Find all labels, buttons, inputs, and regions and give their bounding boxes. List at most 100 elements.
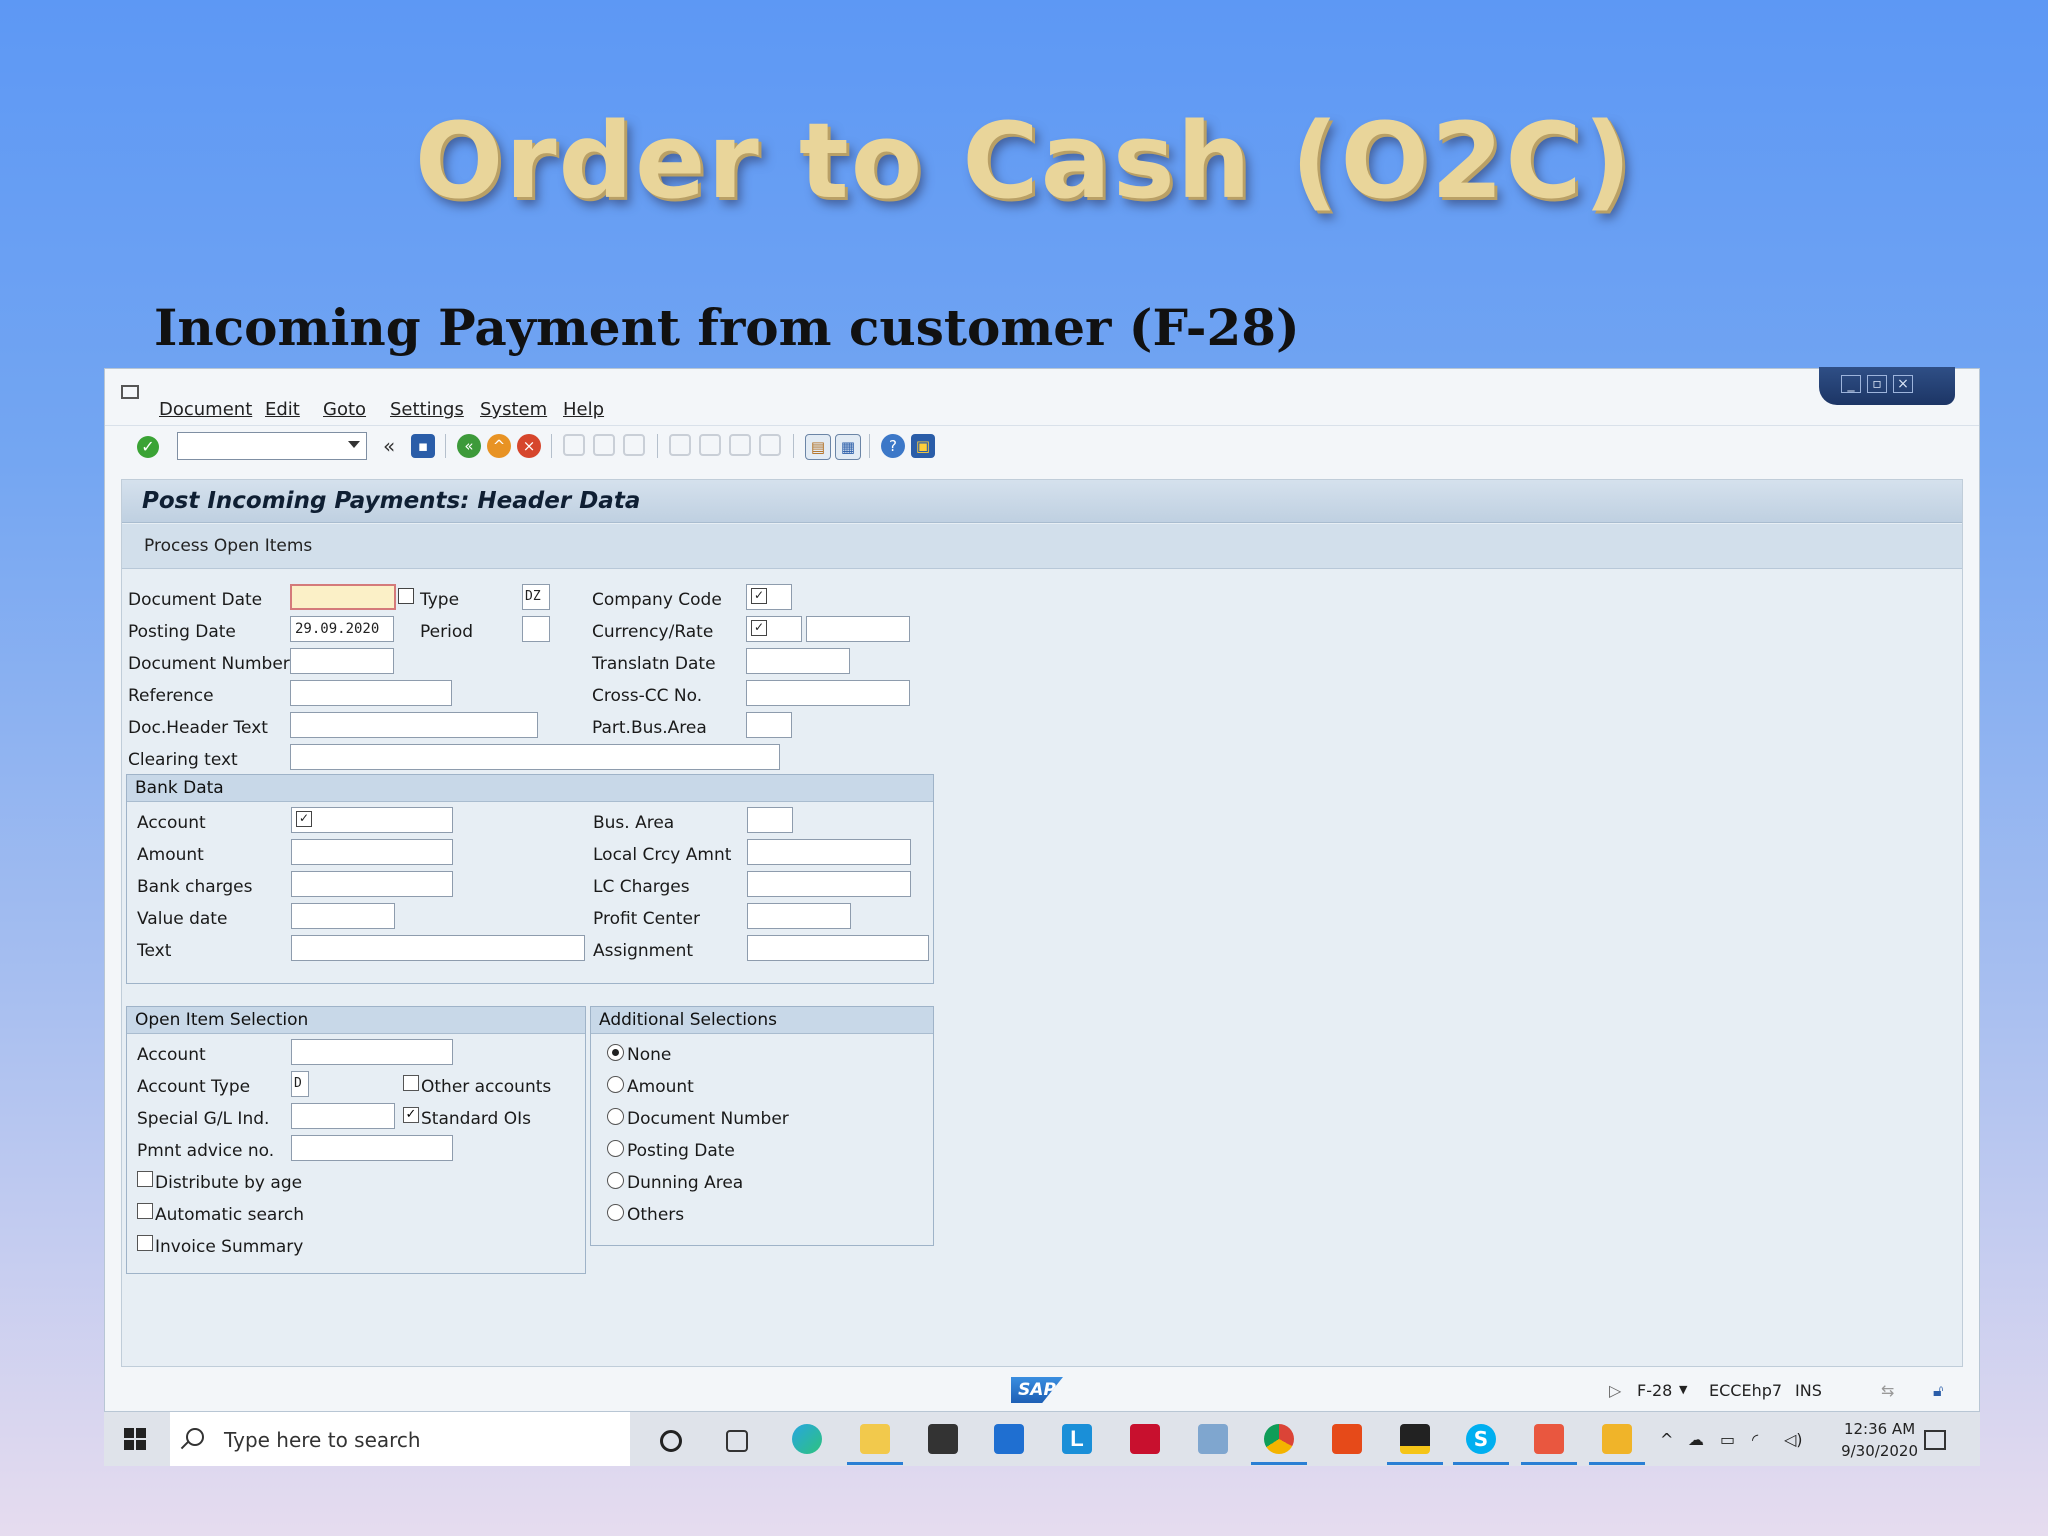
find-next-icon[interactable] xyxy=(623,434,645,456)
menu-edit[interactable]: Edit xyxy=(265,399,300,420)
distribute-by-age-checkbox[interactable] xyxy=(137,1171,153,1187)
mcafee-icon[interactable] xyxy=(1130,1424,1160,1454)
store-icon[interactable] xyxy=(928,1424,958,1454)
back-icon[interactable]: « xyxy=(457,434,481,458)
wifi-icon[interactable]: ◜ xyxy=(1752,1430,1758,1449)
radio-others[interactable] xyxy=(607,1204,624,1221)
document-date-field[interactable] xyxy=(290,584,396,610)
sticky-notes-icon[interactable] xyxy=(1400,1424,1430,1454)
exit-icon[interactable]: ^ xyxy=(487,434,511,458)
reference-field[interactable] xyxy=(290,680,452,706)
find-icon[interactable] xyxy=(593,434,615,456)
menu-icon[interactable] xyxy=(121,385,139,399)
value-date-field[interactable] xyxy=(291,903,395,929)
volume-icon[interactable]: ◁) xyxy=(1784,1430,1803,1449)
application-toolbar: Process Open Items xyxy=(122,524,1962,569)
battery-icon[interactable]: ▭ xyxy=(1720,1430,1735,1449)
bus-area-field[interactable] xyxy=(747,807,793,833)
calendar-icon[interactable] xyxy=(398,588,414,604)
network-app-icon[interactable] xyxy=(1198,1424,1228,1454)
status-display-icon[interactable]: ⇆ xyxy=(1881,1381,1894,1400)
automatic-search-checkbox[interactable] xyxy=(137,1203,153,1219)
open-item-selection-group: Open Item Selection Account Account Type… xyxy=(126,1006,586,1274)
taskbar-clock[interactable]: 12:36 AM 9/30/2020 xyxy=(1841,1418,1918,1462)
taskbar-search[interactable]: Type here to search xyxy=(170,1412,630,1466)
menu-goto[interactable]: Goto xyxy=(323,399,366,420)
windows-start-icon[interactable] xyxy=(124,1428,146,1450)
other-accounts-checkbox[interactable] xyxy=(403,1075,419,1091)
radio-amount[interactable] xyxy=(607,1076,624,1093)
chevron-down-icon[interactable] xyxy=(348,441,360,448)
l-app-icon[interactable]: L xyxy=(1062,1424,1092,1454)
type-field[interactable]: DZ xyxy=(522,584,550,610)
status-dropdown-icon[interactable]: ▼ xyxy=(1679,1383,1687,1396)
exchange-rate-field[interactable] xyxy=(806,616,910,642)
cancel-icon[interactable]: × xyxy=(517,434,541,458)
special-gl-field[interactable] xyxy=(291,1103,395,1129)
status-expand-icon[interactable]: ▷ xyxy=(1609,1381,1621,1400)
bank-account-field[interactable]: ✓ xyxy=(291,807,453,833)
pmnt-advice-field[interactable] xyxy=(291,1135,453,1161)
standard-ois-checkbox[interactable]: ✓ xyxy=(403,1107,419,1123)
radio-none[interactable] xyxy=(607,1044,624,1061)
mail-icon[interactable] xyxy=(994,1424,1024,1454)
onedrive-icon[interactable]: ☁ xyxy=(1688,1430,1704,1449)
assignment-field[interactable] xyxy=(747,935,929,961)
customize-layout-icon[interactable]: ▣ xyxy=(911,434,935,458)
command-field[interactable] xyxy=(177,432,367,460)
text-field[interactable] xyxy=(291,935,585,961)
next-page-icon[interactable] xyxy=(729,434,751,456)
amount-field[interactable] xyxy=(291,839,453,865)
enter-check-icon[interactable]: ✓ xyxy=(137,436,159,458)
acrobat-icon[interactable] xyxy=(1534,1424,1564,1454)
invoice-summary-checkbox[interactable] xyxy=(137,1235,153,1251)
sap-window: _ ▫ × Document Edit Goto Settings System… xyxy=(104,367,1980,1412)
last-page-icon[interactable] xyxy=(759,434,781,456)
radio-document-number[interactable] xyxy=(607,1108,624,1125)
doc-header-text-field[interactable] xyxy=(290,712,538,738)
task-view-icon[interactable] xyxy=(726,1430,748,1452)
skype-icon[interactable]: S xyxy=(1466,1424,1496,1454)
toolbar-separator xyxy=(657,434,658,458)
account-type-field[interactable]: D xyxy=(291,1071,309,1097)
unlock-icon[interactable]: 🔓︎ xyxy=(1933,1381,1943,1401)
translatn-date-field[interactable] xyxy=(746,648,850,674)
profit-center-field[interactable] xyxy=(747,903,851,929)
company-code-field[interactable]: ✓ xyxy=(746,584,792,610)
menu-system[interactable]: System xyxy=(480,399,547,420)
radio-posting-date[interactable] xyxy=(607,1140,624,1157)
create-session-icon[interactable]: ▤ xyxy=(805,434,831,460)
bank-charges-field[interactable] xyxy=(291,871,453,897)
sap-logon-icon[interactable] xyxy=(1602,1424,1632,1454)
lc-charges-field[interactable] xyxy=(747,871,911,897)
collapse-icon[interactable]: « xyxy=(383,434,395,458)
cross-cc-field[interactable] xyxy=(746,680,910,706)
clearing-text-field[interactable] xyxy=(290,744,780,770)
radio-dunning-area[interactable] xyxy=(607,1172,624,1189)
help-icon[interactable]: ? xyxy=(881,434,905,458)
office-icon[interactable] xyxy=(1332,1424,1362,1454)
clearing-text-label: Clearing text xyxy=(128,750,238,770)
shortcut-icon[interactable]: ▦ xyxy=(835,434,861,460)
document-number-field[interactable] xyxy=(290,648,394,674)
part-bus-area-field[interactable] xyxy=(746,712,792,738)
local-crcy-amnt-field[interactable] xyxy=(747,839,911,865)
menu-document[interactable]: Document xyxy=(159,399,252,420)
period-field[interactable] xyxy=(522,616,550,642)
process-open-items-button[interactable]: Process Open Items xyxy=(144,536,312,556)
cortana-icon[interactable] xyxy=(660,1430,682,1452)
posting-date-field[interactable]: 29.09.2020 xyxy=(290,616,394,642)
file-explorer-icon[interactable] xyxy=(860,1424,890,1454)
save-icon[interactable]: ▪ xyxy=(411,434,435,458)
oi-account-field[interactable] xyxy=(291,1039,453,1065)
first-page-icon[interactable] xyxy=(669,434,691,456)
edge-icon[interactable] xyxy=(792,1424,822,1454)
notifications-icon[interactable] xyxy=(1924,1430,1946,1450)
print-icon[interactable] xyxy=(563,434,585,456)
previous-page-icon[interactable] xyxy=(699,434,721,456)
menu-settings[interactable]: Settings xyxy=(390,399,464,420)
menu-help[interactable]: Help xyxy=(563,399,604,420)
show-hidden-icons-icon[interactable]: ^ xyxy=(1660,1430,1673,1449)
chrome-icon[interactable] xyxy=(1264,1424,1294,1454)
currency-field[interactable]: ✓ xyxy=(746,616,802,642)
